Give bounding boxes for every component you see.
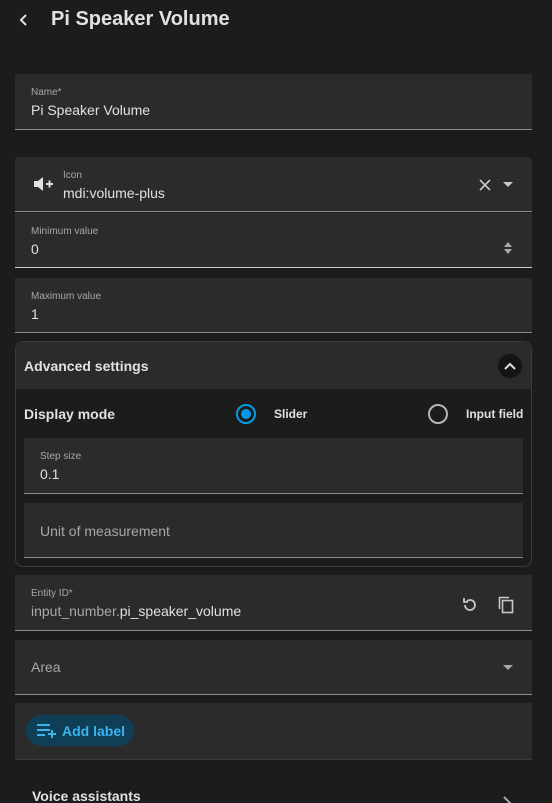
name-field-value: Pi Speaker Volume: [31, 102, 151, 118]
icon-dropdown-button[interactable]: [500, 177, 516, 193]
maximum-value-field[interactable]: Maximum value 1: [15, 278, 532, 333]
arrow-down-icon: [503, 665, 513, 670]
voice-assistants-row[interactable]: Voice assistants: [15, 778, 532, 803]
add-label-button[interactable]: Add label: [26, 715, 134, 746]
copy-icon: [498, 596, 514, 614]
display-mode-label: Display mode: [24, 406, 116, 422]
name-field-label: Name*: [31, 87, 62, 98]
close-icon: [479, 179, 491, 191]
restore-icon: [463, 598, 476, 611]
volume-plus-icon: [33, 174, 55, 199]
chevron-up-icon: [504, 362, 516, 370]
entity-id-object: pi_speaker_volume: [119, 603, 242, 619]
slider-option-label[interactable]: Slider: [274, 407, 307, 421]
minimum-value-label: Minimum value: [31, 226, 99, 237]
maximum-value-input[interactable]: 1: [31, 306, 39, 322]
advanced-settings-panel: Advanced settings Display mode Slider In…: [15, 341, 532, 567]
maximum-value-label: Maximum value: [31, 291, 102, 302]
advanced-settings-header[interactable]: Advanced settings: [16, 342, 531, 389]
icon-field[interactable]: Icon mdi:volume-plus: [15, 157, 532, 212]
regenerate-entity-id-button[interactable]: [459, 594, 481, 616]
area-placeholder: Area: [31, 659, 61, 675]
minimum-value-stepper[interactable]: [502, 240, 514, 256]
divider: [15, 759, 532, 760]
step-size-input[interactable]: 0.1: [40, 466, 59, 482]
chevron-right-icon: [503, 796, 512, 803]
unit-of-measurement-field[interactable]: Unit of measurement: [24, 503, 523, 558]
slider-radio[interactable]: [236, 404, 256, 424]
playlist-plus-icon: [37, 723, 56, 738]
minimum-value-input[interactable]: 0: [31, 241, 39, 257]
page-title: Pi Speaker Volume: [51, 8, 230, 30]
step-size-field[interactable]: Step size 0.1: [24, 438, 523, 494]
chevron-left-icon: [19, 14, 27, 26]
minimum-value-field[interactable]: Minimum value 0: [15, 213, 532, 268]
entity-id-domain: input_number.: [31, 603, 120, 619]
area-field[interactable]: Area: [15, 640, 532, 695]
voice-assistants-label: Voice assistants: [32, 788, 141, 803]
unit-of-measurement-placeholder: Unit of measurement: [40, 523, 170, 539]
arrow-down-icon: [503, 182, 513, 187]
name-field[interactable]: Name* Pi Speaker Volume: [15, 74, 532, 130]
top-bar: Pi Speaker Volume: [0, 0, 552, 40]
step-size-label: Step size: [40, 451, 82, 462]
area-dropdown-button[interactable]: [500, 660, 516, 676]
entity-id-label: Entity ID*: [31, 588, 73, 599]
add-label-text: Add label: [62, 722, 126, 739]
advanced-settings-title: Advanced settings: [24, 358, 149, 374]
icon-field-label: Icon: [63, 170, 82, 181]
radio-dot: [241, 409, 251, 419]
spin-arrows-icon: [504, 242, 512, 254]
entity-id-field[interactable]: Entity ID* input_number.pi_speaker_volum…: [15, 575, 532, 631]
input-field-option-label[interactable]: Input field: [466, 407, 523, 421]
collapse-button[interactable]: [498, 354, 522, 378]
clear-icon-button[interactable]: [477, 177, 493, 193]
copy-entity-id-button[interactable]: [495, 594, 517, 616]
back-button[interactable]: [12, 8, 36, 32]
icon-field-value: mdi:volume-plus: [63, 185, 165, 201]
input-field-radio[interactable]: [428, 404, 448, 424]
